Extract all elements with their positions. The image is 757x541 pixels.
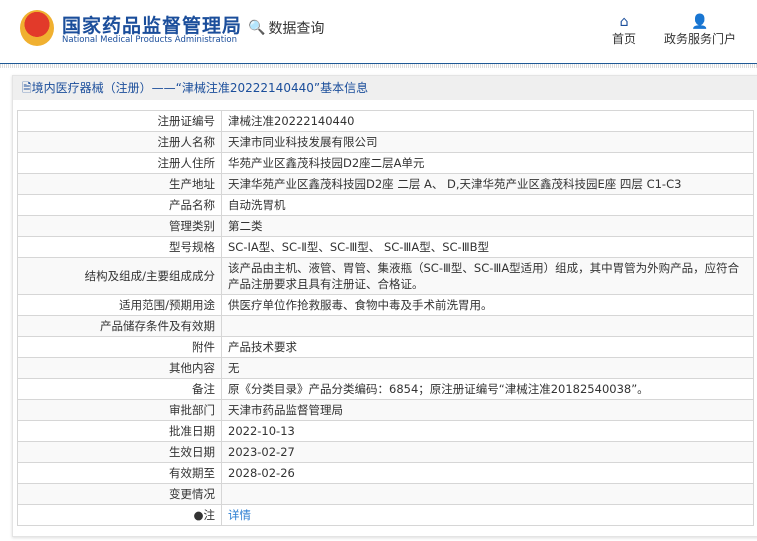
row-label: 生效日期 [17, 441, 222, 463]
row-label: 变更情况 [17, 483, 222, 505]
row-value [221, 483, 754, 505]
row-label: 管理类别 [17, 215, 222, 237]
row-value: 第二类 [221, 215, 754, 237]
table-row: 注册证编号 津械注准20222140440 [17, 110, 754, 132]
row-value: 天津市药品监督管理局 [221, 399, 754, 421]
row-value: 供医疗单位作抢救服毒、食物中毒及手术前洗胃用。 [221, 294, 754, 316]
row-label: 其他内容 [17, 357, 222, 379]
table-row: 产品名称 自动洗胃机 [17, 194, 754, 216]
table-row: 备注 原《分类目录》产品分类编码：6854；原注册证编号“津械注准20182540… [17, 378, 754, 400]
table-row: 结构及组成/主要组成成分 该产品由主机、液管、胃管、集液瓶（SC-Ⅲ型、SC-ⅢA… [17, 257, 754, 295]
national-emblem-logo [20, 10, 54, 46]
row-label: 备注 [17, 378, 222, 400]
nav-home-label: 首页 [612, 32, 637, 46]
table-row: 型号规格 SC-ⅠA型、SC-Ⅱ型、SC-Ⅲ型、 SC-ⅢA型、SC-ⅢB型 [17, 236, 754, 258]
row-value: 华苑产业区鑫茂科技园D2座二层A单元 [221, 152, 754, 174]
table-row: 注册人住所 华苑产业区鑫茂科技园D2座二层A单元 [17, 152, 754, 174]
row-label: 注册证编号 [17, 110, 222, 132]
row-value: 天津市同业科技发展有限公司 [221, 131, 754, 153]
row-value: 无 [221, 357, 754, 379]
row-label: 产品储存条件及有效期 [17, 315, 222, 337]
row-value: 天津华苑产业区鑫茂科技园D2座 二层 A、 D,天津华苑产业区鑫茂科技园E座 四… [221, 173, 754, 195]
row-value: 2028-02-26 [221, 462, 754, 484]
data-query-label: 数据查询 [268, 21, 325, 37]
panel-title-text: 境内医疗器械（注册）——“津械注准20222140440”基本信息 [31, 81, 369, 95]
row-label: 产品名称 [17, 194, 222, 216]
pin-icon: ● [193, 508, 204, 522]
table-row: 生产地址 天津华苑产业区鑫茂科技园D2座 二层 A、 D,天津华苑产业区鑫茂科技园… [17, 173, 754, 195]
row-label: 结构及组成/主要组成成分 [17, 257, 222, 295]
row-value: 产品技术要求 [221, 336, 754, 358]
table-row: 有效期至 2028-02-26 [17, 462, 754, 484]
row-value: 详情 [221, 504, 754, 526]
divider [0, 64, 757, 68]
document-icon: 🗎 [22, 81, 32, 95]
row-value: 2023-02-27 [221, 441, 754, 463]
nav-home[interactable]: ⌂ 首页 [612, 14, 636, 47]
row-value: 自动洗胃机 [221, 194, 754, 216]
row-label: 审批部门 [17, 399, 222, 421]
row-label: 附件 [17, 336, 222, 358]
nav-service-portal[interactable]: 👤 政务服务门户 [664, 14, 736, 47]
user-icon: 👤 [691, 14, 709, 30]
home-icon: ⌂ [619, 14, 629, 30]
table-row-note: ●注 详情 [17, 504, 754, 526]
table-row: 附件 产品技术要求 [17, 336, 754, 358]
row-label: 型号规格 [17, 236, 222, 258]
row-value [221, 315, 754, 337]
table-row: 管理类别 第二类 [17, 215, 754, 237]
logo-title: 国家药品监督管理局 [62, 15, 243, 37]
row-value: 津械注准20222140440 [221, 110, 754, 132]
table-row: 适用范围/预期用途 供医疗单位作抢救服毒、食物中毒及手术前洗胃用。 [17, 294, 754, 316]
table-row: 批准日期 2022-10-13 [17, 420, 754, 442]
row-value: SC-ⅠA型、SC-Ⅱ型、SC-Ⅲ型、 SC-ⅢA型、SC-ⅢB型 [221, 236, 754, 258]
row-value: 2022-10-13 [221, 420, 754, 442]
table-row: 变更情况 [17, 483, 754, 505]
table-row: 生效日期 2023-02-27 [17, 441, 754, 463]
row-label: 批准日期 [17, 420, 222, 442]
info-panel: 🗎境内医疗器械（注册）——“津械注准20222140440”基本信息 注册证编号… [12, 75, 757, 537]
panel-title: 🗎境内医疗器械（注册）——“津械注准20222140440”基本信息 [13, 76, 757, 100]
data-query-link[interactable]: 🔍 数据查询 [248, 18, 324, 38]
row-label: 注册人名称 [17, 131, 222, 153]
row-label: 生产地址 [17, 173, 222, 195]
row-label: 注册人住所 [17, 152, 222, 174]
table-row: 注册人名称 天津市同业科技发展有限公司 [17, 131, 754, 153]
row-value: 该产品由主机、液管、胃管、集液瓶（SC-Ⅲ型、SC-ⅢA型适用）组成，其中胃管为… [221, 257, 754, 295]
table-row: 产品储存条件及有效期 [17, 315, 754, 337]
note-label: 注 [203, 508, 216, 522]
info-table: 注册证编号 津械注准20222140440 注册人名称 天津市同业科技发展有限公司 注册… [17, 110, 754, 526]
site-header: 国家药品监督管理局 National Medical Products Admi… [0, 0, 757, 64]
table-row: 审批部门 天津市药品监督管理局 [17, 399, 754, 421]
details-link[interactable]: 详情 [228, 508, 251, 522]
row-label: 有效期至 [17, 462, 222, 484]
row-label: ●注 [17, 504, 222, 526]
logo-subtitle: National Medical Products Administration [62, 35, 237, 45]
row-label: 适用范围/预期用途 [17, 294, 222, 316]
nav-portal-label: 政务服务门户 [664, 32, 737, 46]
table-row: 其他内容无 [17, 357, 754, 379]
row-value: 原《分类目录》产品分类编码：6854；原注册证编号“津械注准2018254003… [221, 378, 754, 400]
search-doc-icon: 🔍 [248, 20, 266, 36]
